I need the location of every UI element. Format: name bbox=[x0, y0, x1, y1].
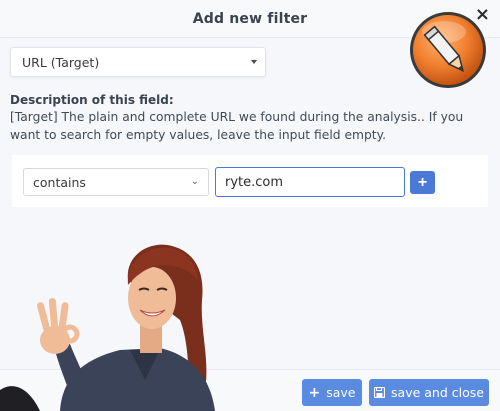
close-icon[interactable]: × bbox=[475, 6, 490, 24]
field-select-value: URL (Target) bbox=[22, 54, 100, 70]
description-title: Description of this field: bbox=[10, 93, 174, 107]
filter-row: contains ⌄ + bbox=[12, 155, 488, 207]
floppy-disk-icon bbox=[374, 387, 386, 398]
save-and-close-label: save and close bbox=[391, 385, 484, 400]
description-text: [Target] The plain and complete URL we f… bbox=[10, 110, 464, 142]
save-button[interactable]: + save bbox=[302, 379, 362, 406]
save-button-label: save bbox=[326, 385, 356, 400]
plus-icon: + bbox=[308, 384, 321, 401]
save-and-close-button[interactable]: save and close bbox=[369, 379, 489, 406]
operator-select[interactable]: contains ⌄ bbox=[23, 168, 209, 196]
person-illustration bbox=[0, 244, 215, 411]
operator-select-value: contains bbox=[33, 174, 86, 190]
chevron-down-icon: ⌄ bbox=[190, 176, 199, 187]
caret-down-icon bbox=[251, 60, 257, 64]
field-select[interactable]: URL (Target) bbox=[10, 47, 266, 77]
filter-value-input[interactable] bbox=[215, 167, 405, 197]
modal-title: Add new filter bbox=[192, 10, 308, 27]
add-condition-button[interactable]: + bbox=[410, 171, 435, 194]
